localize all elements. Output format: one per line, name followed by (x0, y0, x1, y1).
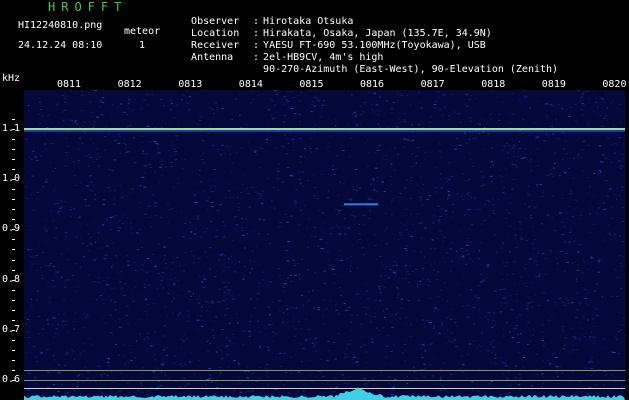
y-tick-mark (12, 209, 15, 211)
carrier-glow (24, 130, 625, 132)
y-tick-mark (12, 149, 15, 151)
baseline-guide (24, 388, 625, 389)
y-tick-mark (12, 279, 15, 281)
x-tick-label: 0811 (57, 79, 82, 90)
y-tick-mark (12, 329, 15, 331)
spectrogram-svg (24, 90, 625, 400)
y-tick-mark (12, 339, 15, 341)
x-tick-label: 0819 (541, 79, 566, 90)
y-tick-mark (12, 229, 15, 231)
carrier-signal-line (24, 128, 625, 130)
y-tick-mark (12, 129, 15, 130)
y-tick-mark (12, 159, 15, 161)
x-tick-label: 0812 (117, 79, 142, 90)
y-tick-mark (12, 359, 15, 361)
y-tick-mark (12, 309, 15, 311)
x-tick-label: 0820 (602, 79, 627, 90)
y-tick-mark (12, 249, 15, 251)
baseline-guide (24, 380, 625, 381)
y-tick-mark (12, 239, 15, 241)
x-tick-label: 0817 (420, 79, 445, 90)
datetime-label: 24.12.24 08:10 (18, 40, 103, 51)
x-tick-label: 0814 (238, 79, 263, 90)
y-tick-mark (12, 289, 15, 291)
x-tick-label: 0813 (178, 79, 203, 90)
station-value: 90-270-Azimuth (East-West), 90-Elevation… (263, 64, 559, 75)
y-tick-mark (12, 139, 15, 141)
x-tick-label: 0816 (360, 79, 385, 90)
station-row-antenna-direction: 90-270-Azimuth (East-West), 90-Elevation… (179, 53, 558, 75)
y-tick-mark (12, 259, 15, 261)
y-tick-mark (12, 349, 15, 351)
y-tick-mark (12, 179, 15, 181)
meteor-echo (344, 203, 378, 206)
y-tick-mark (12, 118, 15, 120)
y-tick-mark (12, 369, 15, 371)
y-tick-mark (12, 199, 15, 201)
y-tick-mark (12, 169, 15, 171)
y-tick-mark (12, 380, 15, 381)
spectrogram-plot (24, 90, 625, 400)
y-tick-mark (12, 269, 15, 271)
amplitude-spectrum (24, 387, 625, 400)
y-tick-mark (12, 299, 15, 301)
y-axis-unit: kHz (2, 73, 21, 84)
baseline-guide (24, 370, 625, 371)
brand-title: HROFFT (48, 0, 128, 14)
meteor-label: meteor (124, 26, 161, 37)
meteor-count: 1 (139, 40, 146, 51)
x-tick-label: 0818 (481, 79, 506, 90)
y-tick-mark (12, 319, 15, 321)
filename-label: HI12240810.png (18, 20, 103, 31)
y-tick-mark (12, 219, 15, 221)
y-tick-mark (12, 189, 15, 191)
x-tick-label: 0815 (299, 79, 324, 90)
